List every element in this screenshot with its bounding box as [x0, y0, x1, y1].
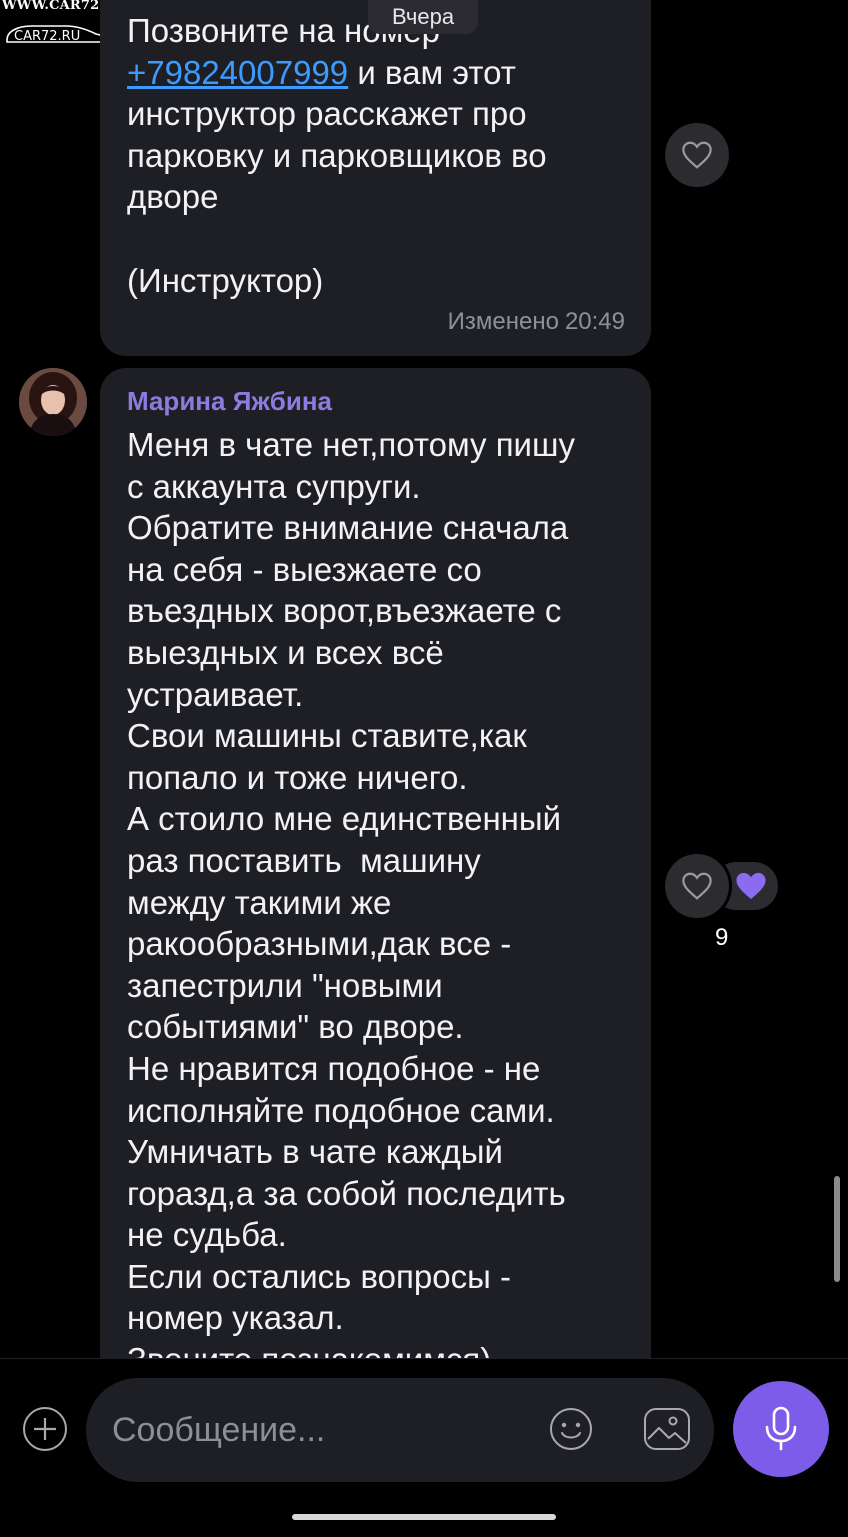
message-text: Меня в чате нет,потому пишу с аккаунта с… [127, 426, 575, 1378]
microphone-icon [765, 1406, 797, 1451]
heart-filled-icon [736, 872, 766, 900]
home-indicator[interactable] [292, 1514, 556, 1520]
heart-outline-icon [682, 141, 712, 169]
heart-outline-icon [682, 872, 712, 900]
watermark-logo-text: CAR72.RU [14, 29, 80, 44]
sender-name[interactable]: Марина Яжбина [127, 386, 332, 417]
emoji-icon [550, 1408, 592, 1450]
message-meta: Изменено 20:49 [442, 308, 625, 336]
edited-label: Изменено [447, 308, 559, 335]
message-time: 20:49 [564, 308, 625, 335]
like-button[interactable] [665, 123, 729, 187]
avatar-image [19, 368, 87, 436]
message-input[interactable] [86, 1378, 714, 1482]
message-text: Позвоните на номер +79824007999 и вам эт… [127, 12, 547, 299]
phone-link[interactable]: +79824007999 [127, 54, 348, 91]
sticker-icon [644, 1408, 690, 1450]
message-bubble[interactable]: Марина Яжбина Меня в чате нет,потому пиш… [100, 368, 651, 1388]
emoji-button[interactable] [548, 1406, 594, 1452]
like-button[interactable] [665, 854, 729, 918]
voice-record-button[interactable] [733, 1381, 829, 1477]
plus-circle-icon [23, 1407, 67, 1451]
scrollbar[interactable] [834, 1176, 840, 1282]
sticker-button[interactable] [642, 1406, 692, 1452]
reaction-count: 9 [715, 924, 729, 951]
message-bubble[interactable]: Позвоните на номер +79824007999 и вам эт… [100, 0, 651, 356]
attach-button[interactable] [22, 1406, 68, 1452]
avatar[interactable] [19, 368, 87, 436]
date-separator: Вчера [368, 0, 478, 34]
watermark-logo: CAR72.RU [6, 25, 107, 44]
